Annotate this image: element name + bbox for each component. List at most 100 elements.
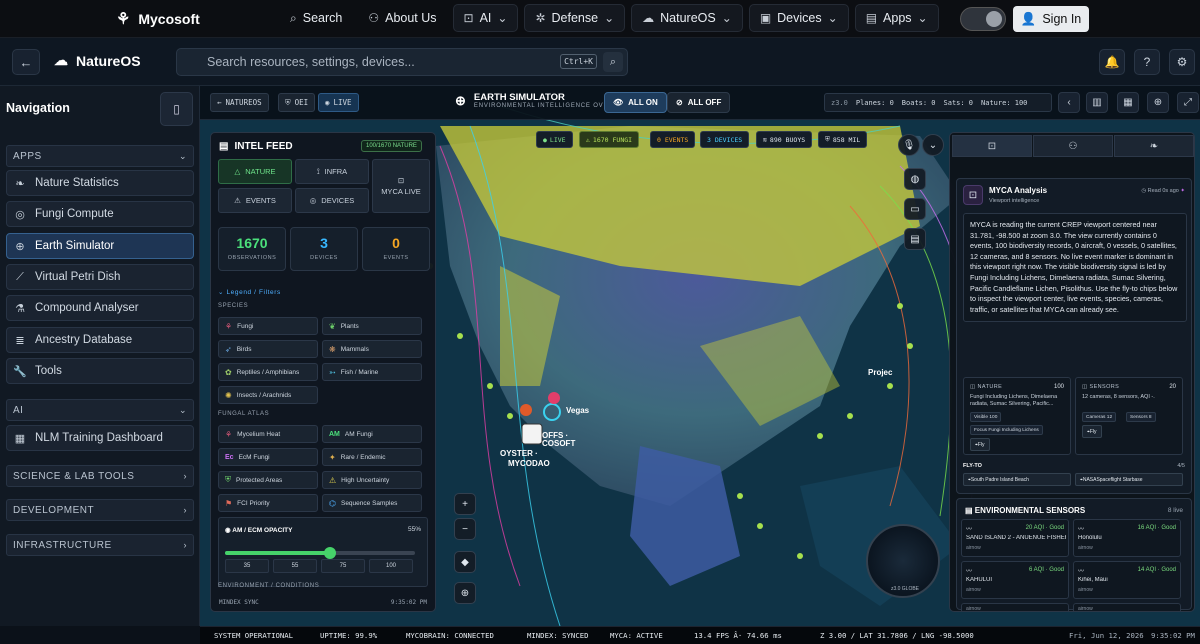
fly-sensors-button[interactable]: ⌖ Fly	[1082, 425, 1102, 438]
nav-devices[interactable]: ▣ Devices ⌄	[748, 4, 849, 32]
nav-natureos[interactable]: ☁ NatureOS ⌄	[631, 4, 743, 32]
tab-nature[interactable]: △ NATURE	[218, 159, 292, 184]
sign-in-button[interactable]: 👤 Sign In	[1013, 6, 1089, 32]
filter-protected-areas[interactable]: ⛨ Protected Areas	[218, 471, 318, 489]
leaf-icon: ◫	[970, 384, 978, 390]
brand[interactable]: ⚘ Mycosoft	[116, 9, 200, 29]
layers-button[interactable]: ◍	[904, 168, 926, 190]
theme-toggle[interactable]	[960, 7, 1006, 31]
group-development[interactable]: DEVELOPMENT ›	[6, 499, 194, 521]
folder-button[interactable]: ▭	[904, 198, 926, 220]
fly-nature-button[interactable]: ⌖ Fly	[970, 438, 990, 451]
nav-about-us[interactable]: ⚇ About Us	[358, 4, 446, 32]
opacity-preset-100[interactable]: 100	[369, 559, 413, 573]
sidebar-item-fungi-compute[interactable]: ◎ Fungi Compute	[6, 201, 194, 227]
building-button[interactable]: ▤	[904, 228, 926, 250]
filter-birds[interactable]: ➶ Birds	[218, 340, 318, 358]
all-on-button[interactable]: 👁 ALL ON	[604, 92, 667, 113]
live-chip[interactable]: ◉ LIVE	[318, 93, 359, 112]
event-marker[interactable]	[520, 404, 532, 416]
sensor-card[interactable]: 〰 16 AQI · Good Honolulu airnow	[1073, 519, 1181, 557]
compass-button[interactable]: ◆	[454, 551, 476, 573]
oei-chip[interactable]: ⛨ OEI	[278, 93, 316, 112]
legend-filters-toggle[interactable]: ⌄ Legend / Filters	[218, 288, 281, 296]
sidebar-item-nature-statistics[interactable]: ❧ Nature Statistics	[6, 170, 194, 196]
devices-chip[interactable]: 3 DEVICES	[700, 131, 750, 148]
natureos-chip[interactable]: ← NATUREOS	[210, 93, 269, 112]
collapse-sidebar-button[interactable]: ▯	[160, 92, 193, 126]
fly-to-starbase[interactable]: ⌖ NASASpaceflight Starbase	[1075, 473, 1183, 486]
filter-fci-priority[interactable]: ⚑ FCI Priority	[218, 494, 318, 512]
filter-insects[interactable]: ✺ Insects / Arachnids	[218, 386, 318, 404]
nav-ai[interactable]: ⊡ AI ⌄	[452, 4, 519, 32]
settings-button[interactable]: ⚙	[1169, 49, 1195, 75]
tab-infra[interactable]: ⟟ INFRA	[295, 159, 369, 184]
zoom-out-button[interactable]: −	[454, 518, 476, 540]
sidebar-item-virtual-petri-dish[interactable]: ⟋ Virtual Petri Dish	[6, 264, 194, 290]
filter-sequence-samples[interactable]: ⌬ Sequence Samples	[322, 494, 422, 512]
sidebar-item-tools[interactable]: 🔧 Tools	[6, 358, 194, 384]
slider-thumb[interactable]	[323, 547, 336, 559]
filter-mycelium-heat[interactable]: ⚘ Mycelium Heat	[218, 425, 318, 443]
sensor-card[interactable]: airnow	[961, 603, 1069, 611]
back-button[interactable]: ←	[12, 49, 40, 75]
prev-button[interactable]: ‹	[1058, 92, 1080, 113]
filter-fish[interactable]: ➳ Fish / Marine	[322, 363, 422, 381]
filter-fungi[interactable]: ⚘ Fungi	[218, 317, 318, 335]
tab-devices[interactable]: ◎ DEVICES	[295, 188, 369, 213]
search-submit-button[interactable]: ⌕	[603, 52, 623, 72]
live-status-chip[interactable]: ● LIVE	[536, 131, 573, 148]
sidebar-item-ancestry-database[interactable]: ≣ Ancestry Database	[6, 327, 194, 353]
filter-high-uncertainty[interactable]: ⚠ High Uncertainty	[322, 471, 422, 489]
map-view-button[interactable]: ▦	[1117, 92, 1139, 113]
group-science-lab-tools[interactable]: SCIENCE & LAB TOOLS ›	[6, 465, 194, 487]
resource-search-input[interactable]: Search resources, settings, devices... Ct…	[176, 48, 628, 76]
nav-search[interactable]: ⌕ Search	[280, 4, 352, 32]
buoys-chip[interactable]: ≋ 890 BUOYS	[756, 131, 813, 148]
fungi-count-chip[interactable]: ⚠ 1670 FUNGI	[579, 131, 640, 148]
globe-view-button[interactable]: ⊕	[1147, 92, 1169, 113]
opacity-slider[interactable]	[225, 547, 415, 559]
help-button[interactable]: ?	[1134, 49, 1160, 75]
tab-robot[interactable]: ⊡	[952, 135, 1032, 157]
military-chip[interactable]: ⛨ 858 MIL	[818, 131, 868, 148]
tab-events[interactable]: ⚠ EVENTS	[218, 188, 292, 213]
notifications-button[interactable]: 🔔	[1099, 49, 1125, 75]
filter-am-fungi[interactable]: AM AM Fungi	[322, 425, 422, 443]
sensor-card[interactable]: airnow	[1073, 603, 1181, 611]
group-ai[interactable]: AI ⌄	[6, 399, 194, 421]
filter-rare-endemic[interactable]: ✦ Rare / Endemic	[322, 448, 422, 466]
alert-marker[interactable]	[548, 392, 560, 404]
group-infrastructure[interactable]: INFRASTRUCTURE ›	[6, 534, 194, 556]
nav-defense[interactable]: ✲ Defense ⌄	[524, 4, 626, 32]
camera-marker[interactable]	[521, 423, 543, 445]
all-off-button[interactable]: ⊘ ALL OFF	[667, 92, 731, 113]
panel-toggle-button[interactable]: ▥	[1086, 92, 1108, 113]
locate-button[interactable]: ⊕	[454, 582, 476, 604]
sensor-card[interactable]: 〰 20 AQI · Good SAND ISLAND 2 - ANUENUE FI…	[961, 519, 1069, 557]
fullscreen-button[interactable]: ⤢	[1177, 92, 1199, 113]
zoom-in-button[interactable]: +	[454, 493, 476, 515]
sensor-card[interactable]: 〰 6 AQI · Good KAHULUI airnow	[961, 561, 1069, 599]
sidebar-item-compound-analyser[interactable]: ⚗ Compound Analyser	[6, 295, 194, 321]
microphone-button[interactable]: 🎙	[898, 134, 920, 156]
sensor-card[interactable]: 〰 14 AQI · Good Kihei, Maui airnow	[1073, 561, 1181, 599]
opacity-preset-35[interactable]: 35	[225, 559, 269, 573]
filter-mammals[interactable]: ❋ Mammals	[322, 340, 422, 358]
sidebar-item-nlm-training-dashboard[interactable]: ▦ NLM Training Dashboard	[6, 425, 194, 451]
nav-apps[interactable]: ▤ Apps ⌄	[854, 4, 939, 32]
opacity-preset-75[interactable]: 75	[321, 559, 365, 573]
filter-reptiles[interactable]: ✿ Reptiles / Amphibians	[218, 363, 318, 381]
tab-people[interactable]: ⚇	[1033, 135, 1113, 157]
filter-plants[interactable]: ❦ Plants	[322, 317, 422, 335]
events-chip[interactable]: 0 EVENTS	[650, 131, 696, 148]
expand-chips-button[interactable]: ⌄	[922, 134, 944, 156]
filter-ecm-fungi[interactable]: Ec EcM Fungi	[218, 448, 318, 466]
opacity-preset-55[interactable]: 55	[273, 559, 317, 573]
group-apps[interactable]: APPS ⌄	[6, 145, 194, 167]
tab-myca-live[interactable]: ⊡ MYCA LIVE	[372, 159, 430, 213]
minimap-globe[interactable]: z3.0 GLOBE	[866, 524, 940, 598]
fly-to-south-padre[interactable]: ⌖ South Padre Island Beach	[963, 473, 1071, 486]
sidebar-item-earth-simulator[interactable]: ⊕ Earth Simulator	[6, 233, 194, 259]
tab-leaf[interactable]: ❧	[1114, 135, 1194, 157]
